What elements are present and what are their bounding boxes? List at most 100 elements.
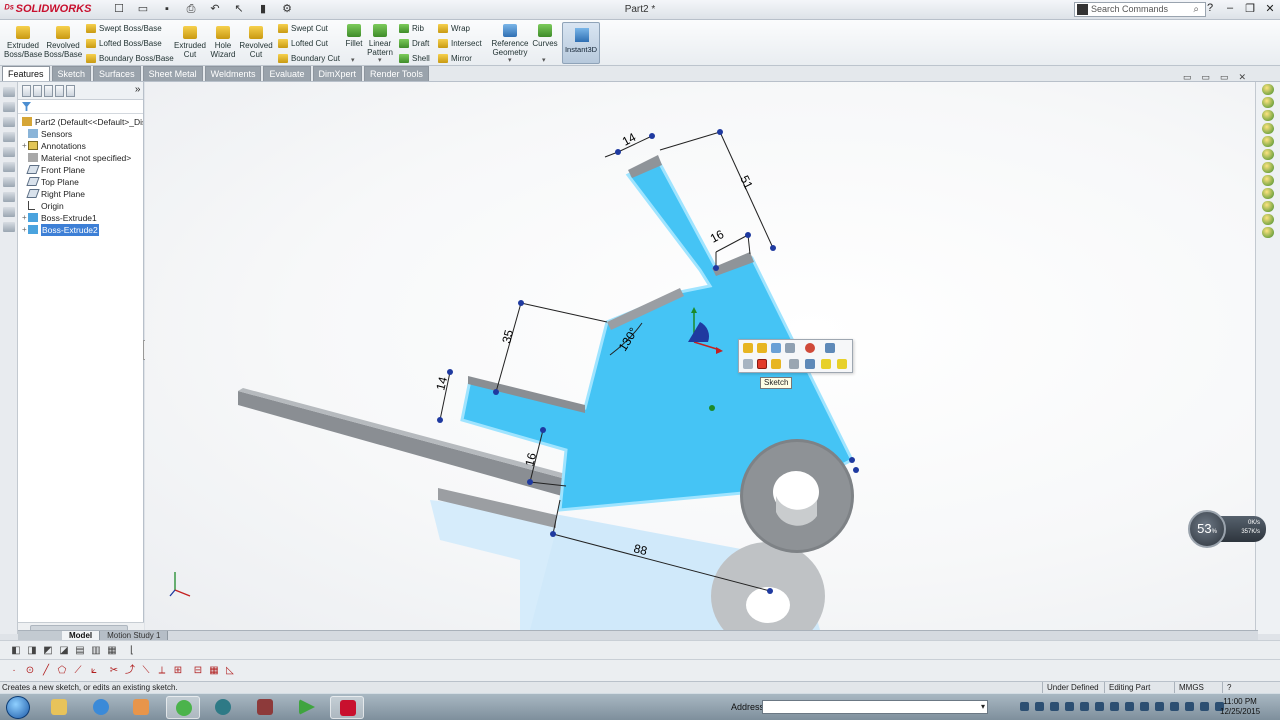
tree-item[interactable]: Material <not specified> <box>18 152 143 164</box>
archive-taskbar-button[interactable] <box>248 696 282 719</box>
tab-render-tools[interactable]: Render Tools <box>364 66 429 81</box>
dim-14-left[interactable]: 14 <box>433 375 450 392</box>
green-app-taskbar-button[interactable] <box>166 696 200 719</box>
tab-model[interactable]: Model <box>62 631 101 640</box>
configuration-manager-tab-icon[interactable] <box>43 85 53 97</box>
tab-evaluate[interactable]: Evaluate <box>263 66 311 81</box>
display-tool-icon[interactable]: ▥ <box>90 645 102 656</box>
display-tool-icon[interactable]: ◩ <box>42 645 54 656</box>
toolbar-tool-icon[interactable] <box>2 192 15 202</box>
rebuild-icon[interactable]: ▮ <box>254 2 272 17</box>
reference-geometry-button[interactable]: Reference Geometry <box>490 24 530 57</box>
toolbar-tool-icon[interactable] <box>2 132 15 142</box>
dim-16-top[interactable]: 16 <box>708 227 727 246</box>
viewport-tile-icon[interactable]: ▭ <box>1202 72 1211 83</box>
tab-surfaces[interactable]: Surfaces <box>93 66 141 81</box>
normal-to-icon[interactable] <box>743 359 753 369</box>
start-button[interactable] <box>6 696 30 719</box>
chevron-down-icon[interactable]: ▾ <box>981 702 985 711</box>
search-commands-input[interactable]: Search Commands ⌕ <box>1074 2 1206 17</box>
mirror-button[interactable]: Mirror <box>438 54 472 63</box>
extruded-boss-button[interactable]: Extruded Boss/Base <box>4 26 42 59</box>
linear-pattern-dropdown-icon[interactable]: ▾ <box>378 56 382 64</box>
address-input[interactable]: ▾ <box>762 700 988 714</box>
tab-motion-study[interactable]: Motion Study 1 <box>100 631 169 640</box>
tree-filter[interactable] <box>18 100 143 114</box>
toolbar-tool-icon[interactable] <box>2 117 15 127</box>
help-icon[interactable]: ? <box>1204 2 1216 15</box>
intersect-button[interactable]: Intersect <box>438 39 482 48</box>
tray-icon[interactable] <box>1140 702 1149 711</box>
tray-icon[interactable] <box>1080 702 1089 711</box>
toolbar-tool-icon[interactable] <box>2 222 15 232</box>
taskbar-clock[interactable]: 11:00 PM 12/25/2015 <box>1220 697 1260 717</box>
help-status-icon[interactable]: ? <box>1222 682 1231 693</box>
boundary-boss-button[interactable]: Boundary Boss/Base <box>86 54 174 63</box>
tree-item[interactable]: Origin <box>18 200 143 212</box>
solidworks-forum-icon[interactable] <box>1262 175 1274 186</box>
tab-features[interactable]: Features <box>2 66 50 81</box>
move-entities-icon[interactable]: ⊟ <box>192 665 204 676</box>
circle-icon[interactable]: ⊙ <box>24 665 36 676</box>
tree-item[interactable]: Front Plane <box>18 164 143 176</box>
boundary-cut-button[interactable]: Boundary Cut <box>278 54 340 63</box>
dim-14-top[interactable]: 14 <box>620 130 639 149</box>
appearance-icon[interactable] <box>805 343 815 353</box>
property-manager-tab-icon[interactable] <box>32 85 42 97</box>
resources-icon[interactable] <box>1262 84 1274 95</box>
display-tool-icon[interactable]: ◨ <box>26 645 38 656</box>
print-icon[interactable]: ⎙ <box>182 2 200 17</box>
tree-item[interactable]: + Boss-Extrude1 <box>18 212 143 224</box>
options-icon[interactable]: ⚙ <box>278 2 296 17</box>
magnifier-icon[interactable]: ⌕ <box>1193 3 1199 16</box>
line-icon[interactable]: ╱ <box>40 665 52 676</box>
extruded-cut-button[interactable]: Extruded Cut <box>172 26 208 59</box>
rib-button[interactable]: Rib <box>399 24 424 33</box>
toolbar-tool-icon[interactable] <box>2 87 15 97</box>
display-tool-icon[interactable]: ▦ <box>106 645 118 656</box>
close-button[interactable]: ✕ <box>1264 2 1276 15</box>
display-manager-tab-icon[interactable] <box>65 85 75 97</box>
swept-boss-button[interactable]: Swept Boss/Base <box>86 24 162 33</box>
tree-item[interactable]: + Annotations <box>18 140 143 152</box>
toolbar-tool-icon[interactable] <box>2 102 15 112</box>
display-tool-icon[interactable]: ⌊ <box>126 645 138 656</box>
tray-icon[interactable] <box>1125 702 1134 711</box>
open-icon[interactable]: ▭ <box>134 2 152 17</box>
revolved-boss-button[interactable]: Revolved Boss/Base <box>44 26 82 59</box>
edit-sketch-icon[interactable] <box>757 343 767 353</box>
wrap-button[interactable]: Wrap <box>438 24 470 33</box>
display-tool-icon[interactable]: ◧ <box>10 645 22 656</box>
tab-sheet-metal[interactable]: Sheet Metal <box>142 66 203 81</box>
graphics-area[interactable]: 14 51 16 35 130° 14 16 88 ⊕ ⊗ ◩ ▣ ◫ ◪ ◈ … <box>145 82 1255 630</box>
smart-dimension-icon[interactable]: ⟀ <box>88 665 100 676</box>
tray-icon[interactable] <box>1170 702 1179 711</box>
viewport-maximize-icon[interactable]: ▭ <box>1220 72 1229 83</box>
polygon-icon[interactable]: ⬠ <box>56 665 68 676</box>
measure-icon[interactable] <box>805 359 815 369</box>
instant3d-button[interactable]: Instant3D <box>562 22 600 64</box>
curves-button[interactable]: Curves <box>530 24 560 48</box>
hole-wizard-button[interactable]: Hole Wizard <box>206 26 240 59</box>
appearances-icon[interactable] <box>1262 149 1274 160</box>
file-explorer-icon[interactable] <box>1262 110 1274 121</box>
sketch-pattern-icon[interactable]: ▦ <box>208 665 220 676</box>
display-tool-icon[interactable]: ◪ <box>58 645 70 656</box>
dimxpert-manager-tab-icon[interactable] <box>54 85 64 97</box>
select-icon[interactable]: ↖ <box>230 2 248 17</box>
tree-item[interactable]: Right Plane <box>18 188 143 200</box>
rollback-icon[interactable] <box>785 343 795 353</box>
fillet-dropdown-icon[interactable]: ▾ <box>351 56 355 64</box>
tab-sketch[interactable]: Sketch <box>51 66 92 81</box>
play-taskbar-button[interactable] <box>290 696 324 719</box>
toolbar-tool-icon[interactable] <box>2 162 15 172</box>
tree-item[interactable]: Top Plane <box>18 176 143 188</box>
tab-dimxpert[interactable]: DimXpert <box>312 66 363 81</box>
tray-icon[interactable] <box>1110 702 1119 711</box>
app-taskbar-button[interactable] <box>206 696 240 719</box>
tree-item[interactable]: Sensors <box>18 128 143 140</box>
offset-entities-icon[interactable]: ⟍ <box>140 665 152 676</box>
tray-icon[interactable] <box>1065 702 1074 711</box>
save-icon[interactable]: ▪ <box>158 2 176 17</box>
tray-icon[interactable] <box>1035 702 1044 711</box>
